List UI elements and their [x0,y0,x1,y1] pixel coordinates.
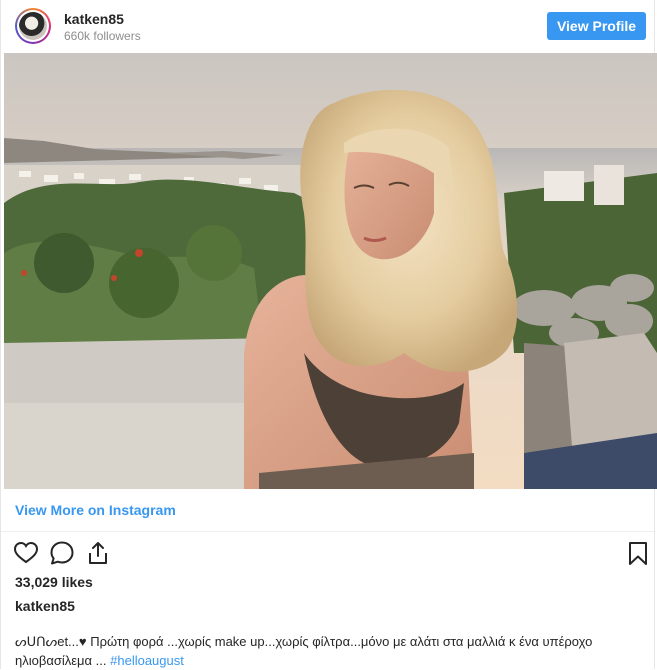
caption-username[interactable]: katken85 [15,598,75,614]
heart-icon[interactable] [13,540,39,566]
post-photo-illustration [4,53,657,489]
view-more-link[interactable]: View More on Instagram [15,502,176,518]
divider [1,531,654,532]
view-profile-button[interactable]: View Profile [547,12,646,40]
bookmark-icon[interactable] [625,540,651,566]
share-icon[interactable] [85,540,111,566]
follower-count: 660k followers [64,29,141,43]
username[interactable]: katken85 [64,11,124,27]
instagram-embed-card: katken85 660k followers View Profile Vie… [0,0,657,670]
hashtag-link[interactable]: #helloaugust [110,653,184,668]
caption-text: ᔕᑌᑎᔕet...♥ Πρώτη φορά ...χωρίς make up..… [15,634,593,668]
avatar-ring [17,10,49,42]
avatar[interactable] [15,8,51,44]
caption: ᔕᑌᑎᔕet...♥ Πρώτη φορά ...χωρίς make up..… [15,632,645,670]
post-header: katken85 660k followers View Profile [1,0,654,52]
like-count[interactable]: 33,029 likes [15,574,93,590]
post-photo[interactable] [4,53,657,489]
avatar-photo [19,12,47,40]
comment-icon[interactable] [49,540,75,566]
